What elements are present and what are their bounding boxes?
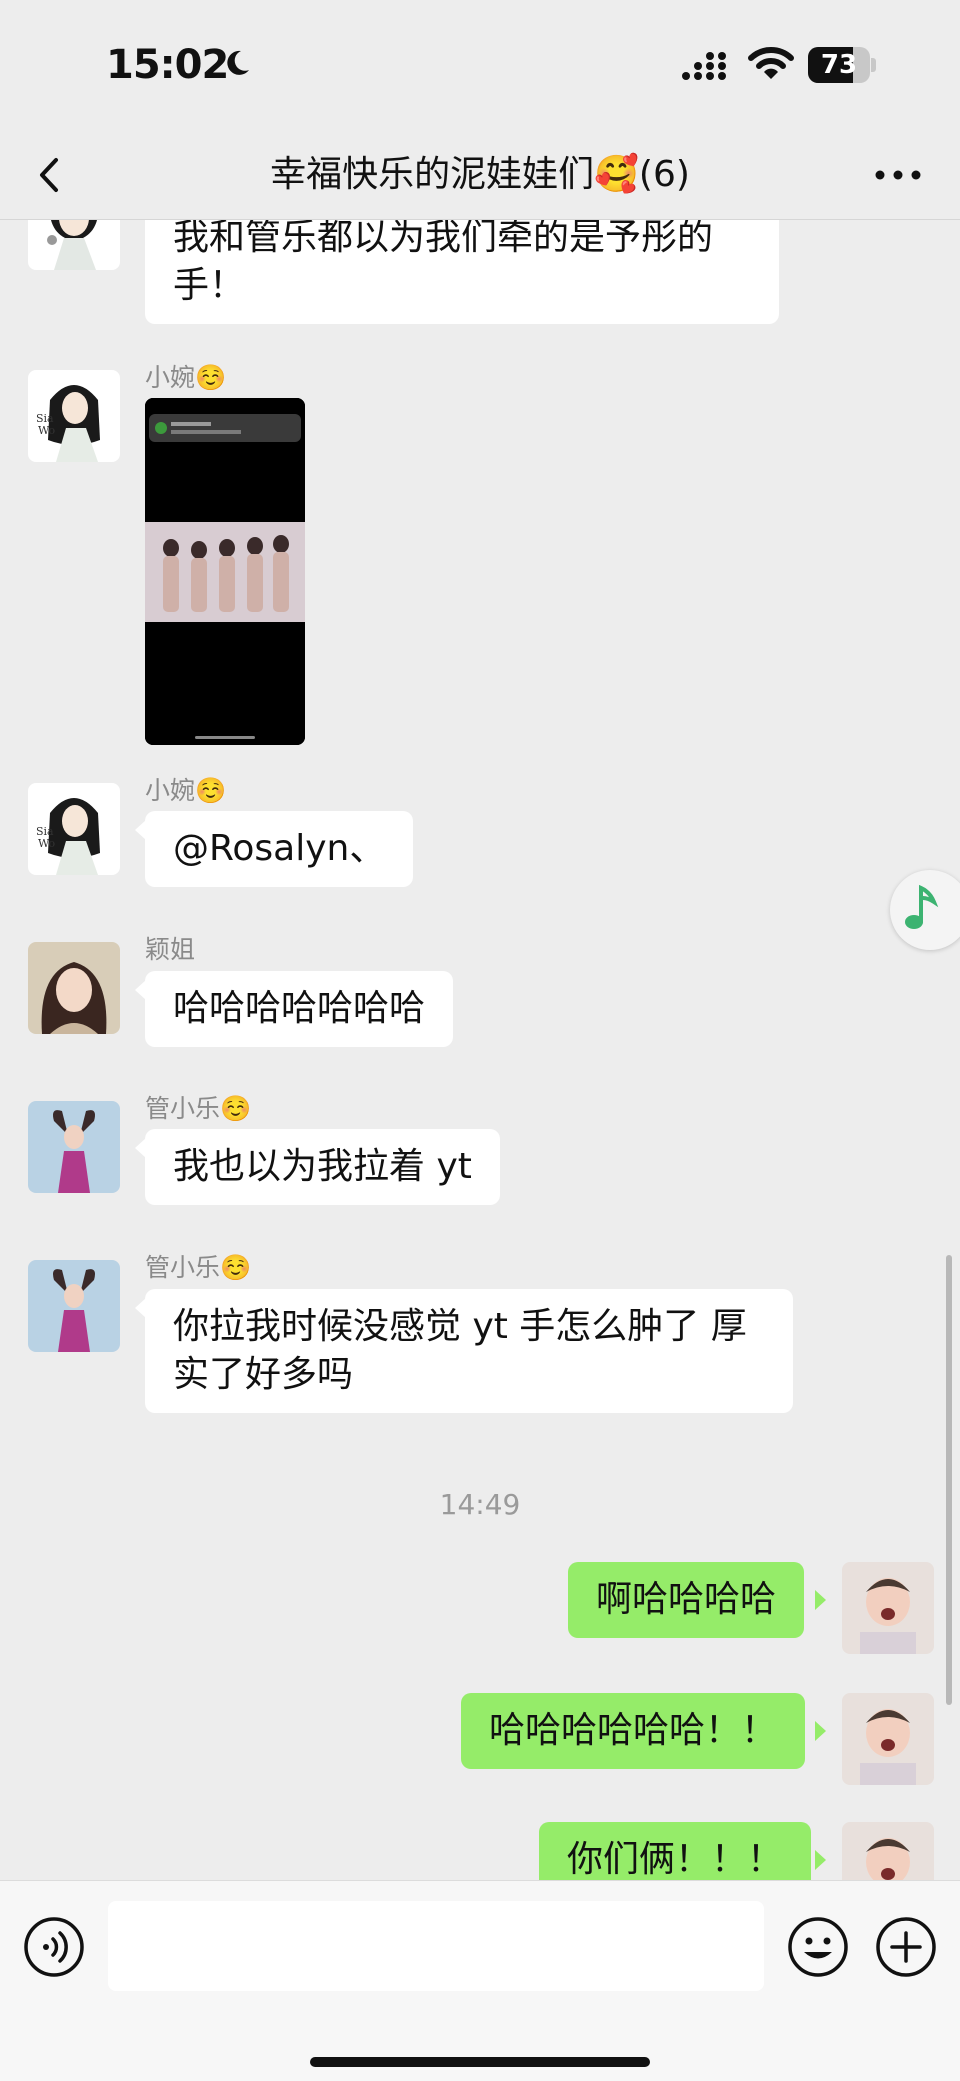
sender-name: 管小乐☺️ xyxy=(145,1253,252,1282)
svg-text:Wo: Wo xyxy=(38,837,56,850)
voice-icon[interactable] xyxy=(22,1915,86,1979)
message-bubble[interactable]: 我和管乐都以为我们牵的是予彤的手！ xyxy=(145,220,779,324)
message-text: 哈哈哈哈哈哈！！ xyxy=(489,1710,778,1751)
message-text: 你们俩！！！ xyxy=(567,1839,784,1880)
sender-name: 颖姐 xyxy=(145,935,196,964)
avatar[interactable] xyxy=(28,1260,120,1352)
message-text: 我和管乐都以为我们牵的是予彤的手！ xyxy=(173,220,714,306)
sender-name: 小婉☺️ xyxy=(145,363,227,392)
plus-icon[interactable] xyxy=(874,1915,938,1979)
message-text: @Rosalyn、 xyxy=(173,828,386,869)
avatar[interactable] xyxy=(28,942,120,1034)
message-text: 啊哈哈哈哈 xyxy=(596,1579,777,1620)
battery-percent: 73 xyxy=(820,50,858,80)
input-bar xyxy=(0,1880,960,2081)
message-bubble[interactable]: 哈哈哈哈哈哈！！ xyxy=(461,1693,806,1769)
chat-messages[interactable]: 我和管乐都以为我们牵的是予彤的手！ 小婉☺️ Sia Wo 小婉☺️ Sia W… xyxy=(0,220,960,1880)
chat-header: 幸福快乐的泥娃娃们🥰(6) xyxy=(0,130,960,220)
chevron-left-icon[interactable] xyxy=(30,150,70,200)
avatar[interactable] xyxy=(28,1101,120,1193)
bubble-tail xyxy=(815,1850,826,1870)
wifi-icon xyxy=(748,47,794,79)
message-input[interactable] xyxy=(108,1901,764,1991)
message-bubble[interactable]: 我也以为我拉着 yt xyxy=(145,1129,500,1205)
message-bubble[interactable]: 哈哈哈哈哈哈哈 xyxy=(145,971,454,1047)
scrollbar[interactable] xyxy=(946,1255,952,1705)
message-bubble[interactable]: 你拉我时候没感觉 yt 手怎么肿了 厚实了好多吗 xyxy=(145,1289,793,1413)
avatar[interactable]: Sia Wo xyxy=(28,370,120,462)
status-time: 15:02 xyxy=(106,42,229,88)
avatar[interactable] xyxy=(28,220,120,270)
message-text: 我也以为我拉着 yt xyxy=(173,1146,472,1187)
message-bubble[interactable]: 啊哈哈哈哈 xyxy=(568,1562,805,1638)
avatar[interactable]: Sia Wo xyxy=(28,783,120,875)
battery-indicator: 73 xyxy=(808,47,876,83)
message-bubble[interactable]: 你们俩！！！ xyxy=(539,1822,812,1880)
bubble-tail xyxy=(815,1721,826,1741)
svg-text:Wo: Wo xyxy=(38,424,56,437)
moon-icon xyxy=(227,50,249,75)
sender-name: 小婉☺️ xyxy=(145,776,227,805)
floating-music-button[interactable] xyxy=(890,870,960,950)
message-bubble[interactable]: @Rosalyn、 xyxy=(145,811,414,887)
emoji-icon[interactable] xyxy=(786,1915,850,1979)
avatar[interactable] xyxy=(842,1693,934,1785)
timestamp: 14:49 xyxy=(439,1488,521,1521)
image-message[interactable] xyxy=(145,398,305,745)
status-bar: 15:02 73 xyxy=(0,0,960,130)
more-dots-icon[interactable] xyxy=(870,155,926,195)
message-text: 你拉我时候没感觉 yt 手怎么肿了 厚实了好多吗 xyxy=(173,1306,747,1395)
bubble-tail xyxy=(815,1590,826,1610)
avatar[interactable] xyxy=(842,1562,934,1654)
sender-name: 管小乐☺️ xyxy=(145,1094,252,1123)
chat-title: 幸福快乐的泥娃娃们🥰(6) xyxy=(270,154,690,195)
signal-icon xyxy=(682,52,726,80)
message-text: 哈哈哈哈哈哈哈 xyxy=(173,988,426,1029)
music-note-icon xyxy=(905,884,939,929)
home-indicator xyxy=(310,2057,650,2067)
avatar[interactable] xyxy=(842,1822,934,1880)
